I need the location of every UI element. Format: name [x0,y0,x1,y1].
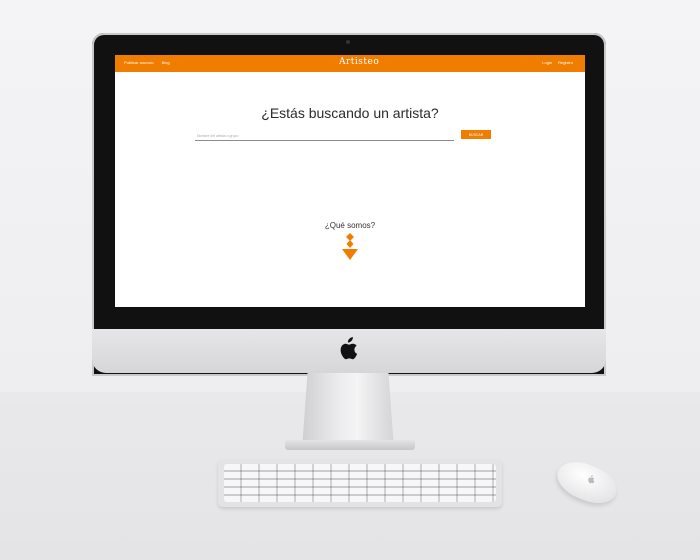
mouse-apple-logo-icon [588,475,595,484]
nav-link-login[interactable]: Login [542,60,552,66]
nav-link-register[interactable]: Registro [558,60,573,66]
monitor-stand [302,373,394,449]
artist-search-input[interactable] [195,131,454,141]
apple-logo-icon [340,337,358,360]
monitor-stand-base [285,440,415,450]
screen: Publicar anuncio Blog Artisteo Login Reg… [115,55,585,307]
camera-icon [346,40,350,44]
brand-logo[interactable]: Artisteo [339,57,379,67]
search-button[interactable]: BUSCAR [461,130,491,139]
about-link[interactable]: ¿Qué somos? [115,221,585,230]
nav-left: Publicar anuncio Blog [124,60,170,66]
nav-link-publish[interactable]: Publicar anuncio [124,60,154,66]
nav-right: Login Registro [542,60,573,66]
top-navbar: Publicar anuncio Blog Artisteo Login Reg… [115,55,585,72]
nav-link-blog[interactable]: Blog [162,60,170,66]
hero-title: ¿Estás buscando un artista? [261,105,439,121]
down-arrow-icon[interactable] [340,232,360,262]
keyboard-keys [224,464,496,502]
keyboard [218,459,502,507]
